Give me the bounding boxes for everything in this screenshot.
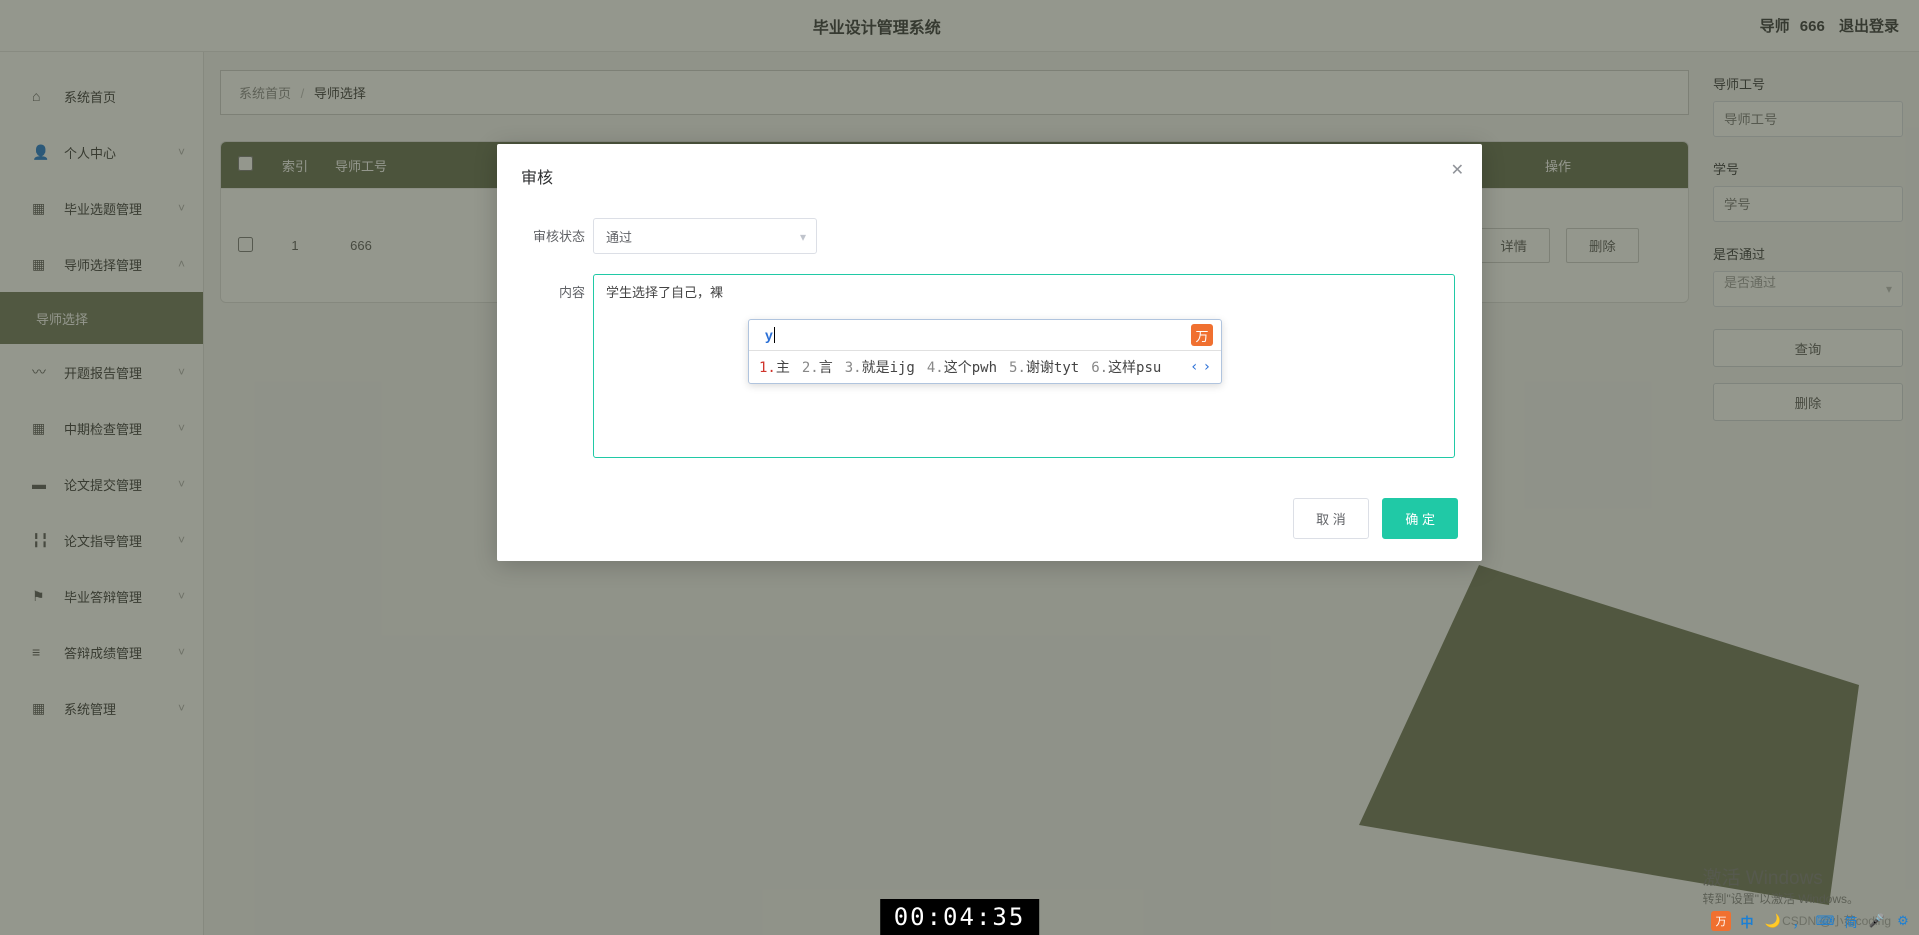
ime-candidate-2[interactable]: 2.言 <box>802 357 833 377</box>
dialog-footer: 取 消 确 定 <box>497 488 1482 561</box>
ok-button[interactable]: 确 定 <box>1382 498 1458 539</box>
ime-candidate-6[interactable]: 6.这样psu <box>1091 357 1161 377</box>
ime-candidate-4[interactable]: 4.这个pwh <box>927 357 997 377</box>
ime-candidate-5[interactable]: 5.谢谢tyt <box>1009 357 1079 377</box>
ime-tray-icon[interactable]: 万 <box>1711 911 1731 931</box>
ime-keyboard-icon[interactable]: ⌨ <box>1815 911 1835 931</box>
ime-candidate-3[interactable]: 3.就是ijg <box>845 357 915 377</box>
ime-comma-icon[interactable]: ， <box>1789 911 1809 931</box>
ime-punct-icon[interactable]: 🌙 <box>1763 911 1783 931</box>
ime-settings-icon[interactable]: ⚙ <box>1893 911 1913 931</box>
ime-logo-icon: 万 <box>1191 324 1213 346</box>
chevron-right-icon[interactable]: › <box>1203 359 1211 375</box>
ime-candidates: 1.主2.言3.就是ijg4.这个pwh5.谢谢tyt6.这样psu‹› <box>749 351 1221 383</box>
cancel-button[interactable]: 取 消 <box>1293 498 1369 539</box>
dialog-title: 审核 <box>497 144 1482 198</box>
ime-candidate-1[interactable]: 1.主 <box>759 357 790 377</box>
ime-simp-icon[interactable]: 简 <box>1841 911 1861 931</box>
recording-timer: 00:04:35 <box>880 899 1040 935</box>
ime-cursor <box>774 327 775 343</box>
status-select[interactable]: 通过 ▾ <box>593 218 817 254</box>
content-label: 内容 <box>521 274 593 301</box>
close-icon[interactable]: ✕ <box>1451 160 1464 180</box>
ime-popup: y 万 1.主2.言3.就是ijg4.这个pwh5.谢谢tyt6.这样psu‹› <box>748 319 1222 384</box>
ime-mic-icon[interactable]: 🎤 <box>1867 911 1887 931</box>
system-tray: 万 中 🌙 ， ⌨ 简 🎤 ⚙ <box>1711 911 1913 931</box>
status-value: 通过 <box>606 227 632 246</box>
ime-nav[interactable]: ‹› <box>1190 359 1211 375</box>
chevron-down-icon: ▾ <box>800 230 806 244</box>
status-label: 审核状态 <box>521 218 593 245</box>
ime-lang-icon[interactable]: 中 <box>1737 911 1757 931</box>
chevron-left-icon[interactable]: ‹ <box>1190 359 1198 375</box>
ime-input-row: y 万 <box>749 320 1221 351</box>
ime-input-text: y <box>757 327 773 343</box>
